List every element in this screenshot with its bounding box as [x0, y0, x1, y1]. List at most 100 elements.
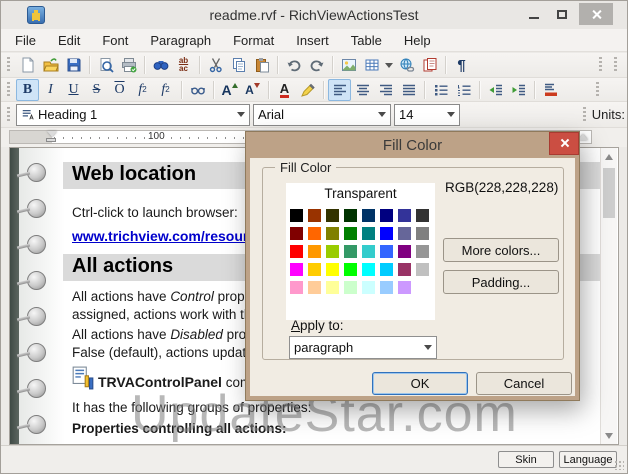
replace-button[interactable]: ab ac	[172, 54, 195, 76]
decrease-indent-button[interactable]	[484, 79, 507, 101]
scroll-up-button[interactable]	[601, 148, 617, 165]
palette-swatch-C0C0C0[interactable]	[416, 263, 429, 276]
character-spacing-button[interactable]	[186, 79, 209, 101]
palette-swatch-333333[interactable]	[416, 209, 429, 222]
palette-swatch-000080[interactable]	[380, 209, 393, 222]
palette-swatch-00CCFF[interactable]	[380, 263, 393, 276]
doc-hyperlink[interactable]: www.trichview.com/resource	[72, 228, 264, 244]
align-left-button[interactable]	[328, 79, 351, 101]
palette-swatch-FFFF99[interactable]	[326, 281, 339, 294]
toolbar-grip[interactable]	[7, 107, 10, 123]
palette-swatch-003300[interactable]	[344, 209, 357, 222]
font-combo[interactable]: Arial	[253, 104, 391, 126]
paragraph-fill-color-button[interactable]	[539, 79, 562, 101]
palette-swatch-993300[interactable]	[308, 209, 321, 222]
more-colors-button[interactable]: More colors...	[443, 238, 559, 262]
palette-swatch-808000[interactable]	[326, 227, 339, 240]
palette-swatch-33CCCC[interactable]	[362, 245, 375, 258]
title-bar[interactable]: readme.rvf - RichViewActionsTest	[1, 1, 627, 29]
menu-table[interactable]: Table	[351, 33, 382, 48]
overline-button[interactable]: O	[108, 79, 131, 101]
numbered-list-button[interactable]	[452, 79, 475, 101]
transparent-option[interactable]: Transparent	[286, 186, 435, 201]
palette-swatch-99CCFF[interactable]	[380, 281, 393, 294]
insert-table-dropdown[interactable]	[383, 54, 395, 76]
toolbar-grip[interactable]	[583, 107, 586, 123]
menu-edit[interactable]: Edit	[58, 33, 80, 48]
font-color-button[interactable]: A	[273, 79, 296, 101]
palette-swatch-CCFFFF[interactable]	[362, 281, 375, 294]
bullet-list-button[interactable]	[429, 79, 452, 101]
print-preview-button[interactable]	[94, 54, 117, 76]
indent-marker-right[interactable]	[578, 134, 588, 140]
insert-table-button[interactable]	[360, 54, 383, 76]
resize-grip[interactable]	[614, 460, 624, 470]
redo-button[interactable]	[305, 54, 328, 76]
palette-swatch-CC99FF[interactable]	[398, 281, 411, 294]
palette-swatch-993366[interactable]	[398, 263, 411, 276]
minimize-button[interactable]	[523, 3, 545, 25]
palette-swatch-00FFFF[interactable]	[362, 263, 375, 276]
palette-swatch-CCFFCC[interactable]	[344, 281, 357, 294]
bold-button[interactable]: B	[16, 79, 39, 101]
palette-swatch-FFCC99[interactable]	[308, 281, 321, 294]
underline-button[interactable]: U	[62, 79, 85, 101]
justify-button[interactable]	[397, 79, 420, 101]
style-combo[interactable]: Heading 1	[16, 104, 250, 126]
menu-font[interactable]: Font	[102, 33, 128, 48]
cut-button[interactable]	[204, 54, 227, 76]
superscript-button[interactable]: f2	[154, 79, 177, 101]
toolbar-grip[interactable]	[596, 82, 599, 98]
palette-swatch-969696[interactable]	[416, 245, 429, 258]
menu-format[interactable]: Format	[233, 33, 274, 48]
scrollbar-thumb[interactable]	[603, 168, 615, 218]
skin-button[interactable]: Skin	[498, 451, 554, 468]
palette-swatch-FFCC00[interactable]	[308, 263, 321, 276]
toolbar-grip[interactable]	[7, 57, 10, 73]
align-right-button[interactable]	[374, 79, 397, 101]
save-button[interactable]	[62, 54, 85, 76]
palette-swatch-FFFFFF[interactable]	[416, 281, 429, 294]
palette-swatch-3366FF[interactable]	[380, 245, 393, 258]
increase-indent-button[interactable]	[507, 79, 530, 101]
menu-insert[interactable]: Insert	[296, 33, 329, 48]
font-size-combo[interactable]: 14	[394, 104, 460, 126]
scroll-down-button[interactable]	[601, 427, 617, 444]
palette-swatch-00FF00[interactable]	[344, 263, 357, 276]
menu-help[interactable]: Help	[404, 33, 431, 48]
palette-swatch-000000[interactable]	[290, 209, 303, 222]
palette-swatch-FFFF00[interactable]	[326, 263, 339, 276]
palette-swatch-FF00FF[interactable]	[290, 263, 303, 276]
palette-swatch-FF0000[interactable]	[290, 245, 303, 258]
indent-marker-left[interactable]	[46, 138, 56, 142]
insert-picture-button[interactable]	[337, 54, 360, 76]
ok-button[interactable]: OK	[372, 372, 468, 395]
undo-button[interactable]	[282, 54, 305, 76]
maximize-button[interactable]	[551, 3, 573, 25]
padding-button[interactable]: Padding...	[443, 270, 559, 294]
palette-swatch-808080[interactable]	[416, 227, 429, 240]
palette-swatch-339966[interactable]	[344, 245, 357, 258]
vertical-scrollbar[interactable]	[600, 148, 617, 444]
palette-swatch-333300[interactable]	[326, 209, 339, 222]
menu-file[interactable]: File	[15, 33, 36, 48]
palette-swatch-003366[interactable]	[362, 209, 375, 222]
language-button[interactable]: Language	[559, 451, 617, 468]
print-button[interactable]	[117, 54, 140, 76]
grow-font-button[interactable]: A	[218, 79, 241, 101]
palette-swatch-99CC00[interactable]	[326, 245, 339, 258]
align-center-button[interactable]	[351, 79, 374, 101]
palette-swatch-FF9900[interactable]	[308, 245, 321, 258]
highlight-button[interactable]	[296, 79, 319, 101]
find-button[interactable]	[149, 54, 172, 76]
palette-swatch-0000FF[interactable]	[380, 227, 393, 240]
dialog-title-bar[interactable]: Fill Color	[246, 132, 579, 158]
subscript-button[interactable]: f2	[131, 79, 154, 101]
palette-swatch-800000[interactable]	[290, 227, 303, 240]
toolbar-grip[interactable]	[599, 57, 602, 73]
palette-swatch-FF99CC[interactable]	[290, 281, 303, 294]
palette-swatch-666699[interactable]	[398, 227, 411, 240]
menu-paragraph[interactable]: Paragraph	[150, 33, 211, 48]
copy-button[interactable]	[227, 54, 250, 76]
palette-swatch-FF6600[interactable]	[308, 227, 321, 240]
